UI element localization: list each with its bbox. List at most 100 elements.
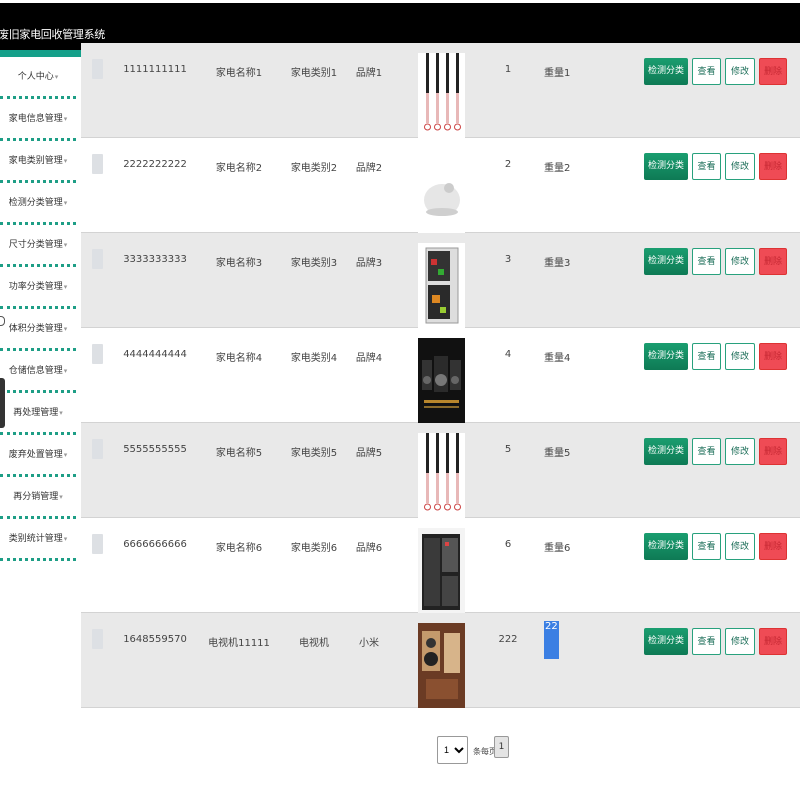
row-checkbox[interactable] <box>92 629 103 649</box>
chevron-down-icon: ▾ <box>63 241 68 249</box>
delete-button[interactable]: 删除 <box>759 343 787 370</box>
row-quantity: 1 <box>504 64 512 75</box>
edit-button[interactable]: 修改 <box>725 438 755 465</box>
table-row: 1111111111 家电名称1 家电类别1 品牌1 1 重量1 检测分类 查看 修改 删除 <box>81 43 800 138</box>
row-id: 6666666666 <box>123 539 187 550</box>
sidebar-item-label: 尺寸分类管理▾ <box>8 240 68 250</box>
chevron-down-icon: ▾ <box>63 367 68 375</box>
stand-image <box>418 53 465 138</box>
sidebar-item[interactable]: 体积分类管理▾ <box>0 309 76 351</box>
sidebar-item[interactable]: 仓储信息管理▾ <box>0 351 76 393</box>
sidebar-item[interactable]: 废弃处置管理▾ <box>0 435 76 477</box>
fridge-image <box>418 243 465 328</box>
chevron-down-icon: ▾ <box>63 199 68 207</box>
sidebar-item[interactable]: 检测分类管理▾ <box>0 183 76 225</box>
row-brand: 品牌3 <box>355 258 383 269</box>
table-row: 1648559570 电视机11111 电视机 小米 222 22 检测分类 查看 修改 删除 <box>81 613 800 708</box>
detect-category-button[interactable]: 检测分类 <box>644 533 688 560</box>
table-row: 4444444444 家电名称4 家电类别4 品牌4 4 重量4 检测分类 查看 修改 删除 <box>81 328 800 423</box>
detect-category-button[interactable]: 检测分类 <box>644 343 688 370</box>
chevron-down-icon: ▾ <box>63 535 68 543</box>
page-number-button[interactable]: 1 <box>494 736 509 758</box>
view-button[interactable]: 查看 <box>692 153 721 180</box>
sidebar-item[interactable]: 家电信息管理▾ <box>0 99 76 141</box>
sidebar-toggle-tab[interactable] <box>0 378 5 428</box>
edit-button[interactable]: 修改 <box>725 533 755 560</box>
row-checkbox[interactable] <box>92 249 103 269</box>
detect-category-button[interactable]: 检测分类 <box>644 438 688 465</box>
row-id: 2222222222 <box>123 159 187 170</box>
sidebar-item-label: 体积分类管理▾ <box>8 324 68 334</box>
row-name: 家电名称3 <box>215 258 263 269</box>
row-name: 家电名称2 <box>215 163 263 174</box>
robot-vacuum-image <box>418 148 465 233</box>
edit-button[interactable]: 修改 <box>725 248 755 275</box>
delete-button[interactable]: 删除 <box>759 58 787 85</box>
row-type: 电视机 <box>299 638 329 649</box>
delete-button[interactable]: 删除 <box>759 533 787 560</box>
chevron-down-icon: ▾ <box>63 451 68 459</box>
table-row: 5555555555 家电名称5 家电类别5 品牌5 5 重量5 检测分类 查看 修改 删除 <box>81 423 800 518</box>
chevron-down-icon: ▾ <box>63 283 68 291</box>
sidebar-item[interactable]: 再分销管理▾ <box>0 477 76 519</box>
edit-button[interactable]: 修改 <box>725 628 755 655</box>
row-id: 3333333333 <box>123 254 187 265</box>
row-type: 家电类别5 <box>290 448 338 459</box>
row-quantity: 4 <box>504 349 512 360</box>
sidebar-item[interactable]: 尺寸分类管理▾ <box>0 225 76 267</box>
table-row: 2222222222 家电名称2 家电类别2 品牌2 2 重量2 检测分类 查看 修改 删除 <box>81 138 800 233</box>
row-brand: 品牌5 <box>355 448 383 459</box>
delete-button[interactable]: 删除 <box>759 628 787 655</box>
sidebar-item[interactable]: 家电类别管理▾ <box>0 141 76 183</box>
sidebar-item[interactable]: 个人中心▾ <box>0 57 76 99</box>
sidebar-item-label: 仓储信息管理▾ <box>8 366 68 376</box>
sidebar-item-label: 再处理管理▾ <box>13 408 63 418</box>
row-weight: 重量2 <box>544 163 571 174</box>
double-fridge-image <box>418 528 465 613</box>
row-checkbox[interactable] <box>92 59 103 79</box>
row-checkbox[interactable] <box>92 344 103 364</box>
row-brand: 品牌4 <box>355 353 383 364</box>
sidebar-item[interactable]: 功率分类管理▾ <box>0 267 76 309</box>
row-name: 家电名称1 <box>215 68 263 79</box>
delete-button[interactable]: 删除 <box>759 438 787 465</box>
row-id: 5555555555 <box>123 444 187 455</box>
table-row: 3333333333 家电名称3 家电类别3 品牌3 3 重量3 检测分类 查看 修改 删除 <box>81 233 800 328</box>
edit-button[interactable]: 修改 <box>725 343 755 370</box>
detect-category-button[interactable]: 检测分类 <box>644 628 688 655</box>
view-button[interactable]: 查看 <box>692 438 721 465</box>
sidebar-item-label: 废弃处置管理▾ <box>8 450 68 460</box>
row-type: 家电类别1 <box>290 68 338 79</box>
edit-button[interactable]: 修改 <box>725 58 755 85</box>
chevron-down-icon: ▾ <box>54 73 59 81</box>
view-button[interactable]: 查看 <box>692 628 721 655</box>
delete-button[interactable]: 删除 <box>759 248 787 275</box>
detect-category-button[interactable]: 检测分类 <box>644 153 688 180</box>
row-quantity: 3 <box>504 254 512 265</box>
sidebar-item-label: 个人中心▾ <box>17 72 59 82</box>
row-weight: 重量5 <box>544 448 571 459</box>
detect-category-button[interactable]: 检测分类 <box>644 58 688 85</box>
sidebar-item[interactable]: 再处理管理▾ <box>0 393 76 435</box>
row-checkbox[interactable] <box>92 534 103 554</box>
sidebar: 个人中心▾ 家电信息管理▾ 家电类别管理▾ 检测分类管理▾ 尺寸分类管理▾ 功率分类管理▾… <box>0 57 80 800</box>
app-title: 废旧家电回收管理系统 <box>0 28 105 41</box>
chevron-down-icon: ▾ <box>63 157 68 165</box>
row-brand: 小米 <box>359 638 379 649</box>
detect-category-button[interactable]: 检测分类 <box>644 248 688 275</box>
delete-button[interactable]: 删除 <box>759 153 787 180</box>
row-id: 1648559570 <box>123 634 187 645</box>
view-button[interactable]: 查看 <box>692 248 721 275</box>
view-button[interactable]: 查看 <box>692 58 721 85</box>
row-checkbox[interactable] <box>92 154 103 174</box>
row-checkbox[interactable] <box>92 439 103 459</box>
page-size-select[interactable]: 10 <box>437 736 468 764</box>
view-button[interactable]: 查看 <box>692 343 721 370</box>
sidebar-item[interactable]: 类别统计管理▾ <box>0 519 76 561</box>
edit-button[interactable]: 修改 <box>725 153 755 180</box>
appliance-table: 1111111111 家电名称1 家电类别1 品牌1 1 重量1 检测分类 查看 修改 删除 222… <box>81 43 800 708</box>
row-id: 1111111111 <box>123 64 187 75</box>
sidebar-item-label: 家电类别管理▾ <box>8 156 68 166</box>
view-button[interactable]: 查看 <box>692 533 721 560</box>
row-quantity: 5 <box>504 444 512 455</box>
